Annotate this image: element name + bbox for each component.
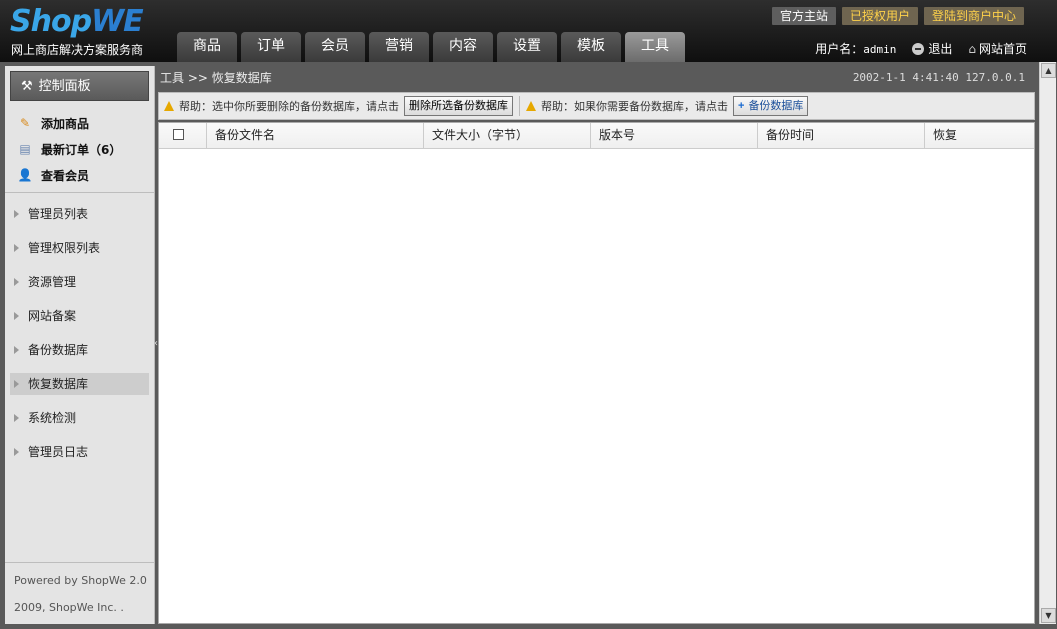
tab-members[interactable]: 会员 bbox=[305, 32, 365, 62]
vertical-scrollbar[interactable]: ▲ ▼ bbox=[1039, 62, 1056, 624]
table-header: 备份文件名 文件大小（字节） 版本号 备份时间 恢复 bbox=[159, 123, 1034, 149]
warning-icon bbox=[164, 101, 174, 111]
control-panel-title[interactable]: ⚒ 控制面板 bbox=[10, 71, 149, 101]
copyright: 2009, ShopWe Inc. . bbox=[14, 601, 124, 614]
backup-database-button[interactable]: + 备份数据库 bbox=[733, 96, 809, 116]
tools-icon: ⚒ bbox=[21, 79, 33, 94]
sidebar-item-admin-log[interactable]: 管理员日志 bbox=[10, 441, 149, 463]
breadcrumb: 工具 >> 恢复数据库 bbox=[160, 71, 272, 85]
main-area: 工具 >> 恢复数据库 2002-1-1 4:41:40 127.0.0.1 帮… bbox=[158, 66, 1035, 624]
sidebar-item-backup-db[interactable]: 备份数据库 bbox=[10, 339, 149, 361]
logout-link[interactable]: 退出 bbox=[912, 40, 952, 57]
tab-templates[interactable]: 模板 bbox=[561, 32, 621, 62]
plus-icon: + bbox=[738, 100, 745, 112]
site-home-link[interactable]: ⌂ 网站首页 bbox=[968, 40, 1027, 57]
select-all-cell bbox=[159, 123, 207, 149]
username: admin bbox=[863, 43, 897, 56]
scroll-down-icon[interactable]: ▼ bbox=[1041, 608, 1056, 623]
quick-latest-orders[interactable]: ▤ 最新订单（6） bbox=[17, 136, 147, 162]
user-info: 用户名：admin bbox=[815, 42, 897, 56]
authorized-user-link[interactable]: 已授权用户 bbox=[841, 7, 918, 25]
tab-tools[interactable]: 工具 bbox=[625, 32, 685, 62]
tab-marketing[interactable]: 营销 bbox=[369, 32, 429, 62]
delete-selected-backup-button[interactable]: 删除所选备份数据库 bbox=[404, 96, 513, 116]
help-toolbar: 帮助：选中你所要删除的备份数据库，请点击 删除所选备份数据库 帮助：如果你需要备… bbox=[158, 92, 1035, 120]
quick-links: ✎ 添加商品 ▤ 最新订单（6） 👤 查看会员 bbox=[17, 110, 147, 188]
home-icon: ⌂ bbox=[968, 42, 976, 56]
logo[interactable]: ShopWE bbox=[10, 4, 144, 40]
header: ShopWE 网上商店解决方案服务商 官方主站 已授权用户 登陆到商户中心 商品… bbox=[0, 0, 1057, 62]
tab-settings[interactable]: 设置 bbox=[497, 32, 557, 62]
sidebar-item-resources[interactable]: 资源管理 bbox=[10, 271, 149, 293]
column-header-filename[interactable]: 备份文件名 bbox=[207, 123, 424, 149]
document-icon: ▤ bbox=[19, 142, 31, 156]
quick-add-product[interactable]: ✎ 添加商品 bbox=[17, 110, 147, 136]
sidebar: ⚒ 控制面板 ✎ 添加商品 ▤ 最新订单（6） 👤 查看会员 管理员列表 管理权限列表 … bbox=[5, 66, 155, 624]
select-all-checkbox[interactable] bbox=[173, 129, 184, 140]
column-header-restore[interactable]: 恢复 bbox=[925, 123, 1034, 149]
top-links: 官方主站 已授权用户 登陆到商户中心 bbox=[771, 7, 1024, 25]
sidebar-item-restore-db[interactable]: 恢复数据库 bbox=[10, 373, 149, 395]
help-text-backup: 帮助：如果你需要备份数据库，请点击 bbox=[541, 100, 728, 113]
breadcrumb-bar: 工具 >> 恢复数据库 2002-1-1 4:41:40 127.0.0.1 bbox=[158, 66, 1035, 90]
tab-content[interactable]: 内容 bbox=[433, 32, 493, 62]
sidebar-divider bbox=[5, 192, 155, 193]
tagline: 网上商店解决方案服务商 bbox=[11, 43, 144, 57]
merchant-center-link[interactable]: 登陆到商户中心 bbox=[923, 7, 1024, 25]
backup-table: 备份文件名 文件大小（字节） 版本号 备份时间 恢复 bbox=[158, 122, 1035, 624]
scroll-up-icon[interactable]: ▲ bbox=[1041, 63, 1056, 78]
column-header-version[interactable]: 版本号 bbox=[591, 123, 758, 149]
tab-orders[interactable]: 订单 bbox=[241, 32, 301, 62]
sidebar-divider bbox=[5, 562, 155, 563]
user-bar: 用户名：admin 退出 ⌂ 网站首页 bbox=[815, 40, 1027, 57]
pencil-icon: ✎ bbox=[19, 116, 31, 130]
user-icon: 👤 bbox=[17, 168, 33, 182]
official-site-link[interactable]: 官方主站 bbox=[771, 7, 836, 25]
toolbar-separator bbox=[519, 96, 520, 116]
tab-products[interactable]: 商品 bbox=[177, 32, 237, 62]
powered-by: Powered by ShopWe 2.0 bbox=[14, 574, 147, 587]
column-header-filesize[interactable]: 文件大小（字节） bbox=[424, 123, 591, 149]
sidebar-item-admin-list[interactable]: 管理员列表 bbox=[10, 203, 149, 225]
sidebar-item-site-filing[interactable]: 网站备案 bbox=[10, 305, 149, 327]
logout-icon bbox=[912, 43, 925, 55]
sidebar-item-permission-list[interactable]: 管理权限列表 bbox=[10, 237, 149, 259]
help-text-delete: 帮助：选中你所要删除的备份数据库，请点击 bbox=[179, 100, 399, 113]
sidebar-menu: 管理员列表 管理权限列表 资源管理 网站备案 备份数据库 恢复数据库 系统检测 … bbox=[10, 203, 149, 475]
quick-view-members[interactable]: 👤 查看会员 bbox=[17, 162, 147, 188]
sidebar-item-system-check[interactable]: 系统检测 bbox=[10, 407, 149, 429]
server-meta: 2002-1-1 4:41:40 127.0.0.1 bbox=[852, 71, 1025, 84]
warning-icon bbox=[526, 101, 536, 111]
main-nav: 商品 订单 会员 营销 内容 设置 模板 工具 bbox=[177, 32, 685, 62]
column-header-backup-time[interactable]: 备份时间 bbox=[758, 123, 925, 149]
